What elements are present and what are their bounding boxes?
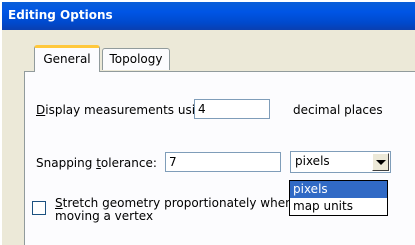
decimal-places-input[interactable]: 4 [194, 99, 270, 119]
tab-general[interactable]: General [34, 45, 100, 72]
dropdown-option-pixels[interactable]: pixels [290, 181, 387, 198]
decimal-places-suffix: decimal places [293, 103, 383, 117]
editing-options-dialog: Editing Options General Topology Display… [2, 2, 415, 245]
stretch-label-line2: moving a vertex [55, 209, 154, 223]
snap-label-text: olerance: [100, 156, 157, 170]
tolerance-units-dropdown-list: pixels map units [289, 180, 388, 216]
general-tab-panel: Display measurements using 4 decimal pla… [24, 71, 415, 245]
snap-label-pre: Snapping [36, 156, 97, 170]
display-mnemonic: D [36, 103, 46, 117]
stretch-label-line1: tretch geometry proportionately when [62, 196, 293, 210]
stretch-mnemonic: S [55, 196, 63, 210]
snapping-tolerance-input[interactable]: 7 [165, 152, 281, 172]
display-measurements-label: Display measurements using [36, 103, 210, 117]
dropdown-arrow-icon[interactable] [372, 153, 389, 171]
stretch-geometry-checkbox[interactable] [32, 201, 46, 215]
tolerance-units-value: pixels [295, 154, 330, 168]
dialog-title: Editing Options [8, 8, 113, 22]
tab-topology[interactable]: Topology [102, 48, 170, 70]
stretch-geometry-label: Stretch geometry proportionately when mov… [55, 197, 293, 223]
title-bar[interactable]: Editing Options [2, 2, 415, 30]
snapping-tolerance-label: Snapping tolerance: [36, 156, 157, 170]
display-label-text: isplay measurements using [45, 103, 211, 117]
tolerance-units-select[interactable]: pixels [290, 151, 391, 173]
dropdown-option-map-units[interactable]: map units [290, 198, 387, 215]
